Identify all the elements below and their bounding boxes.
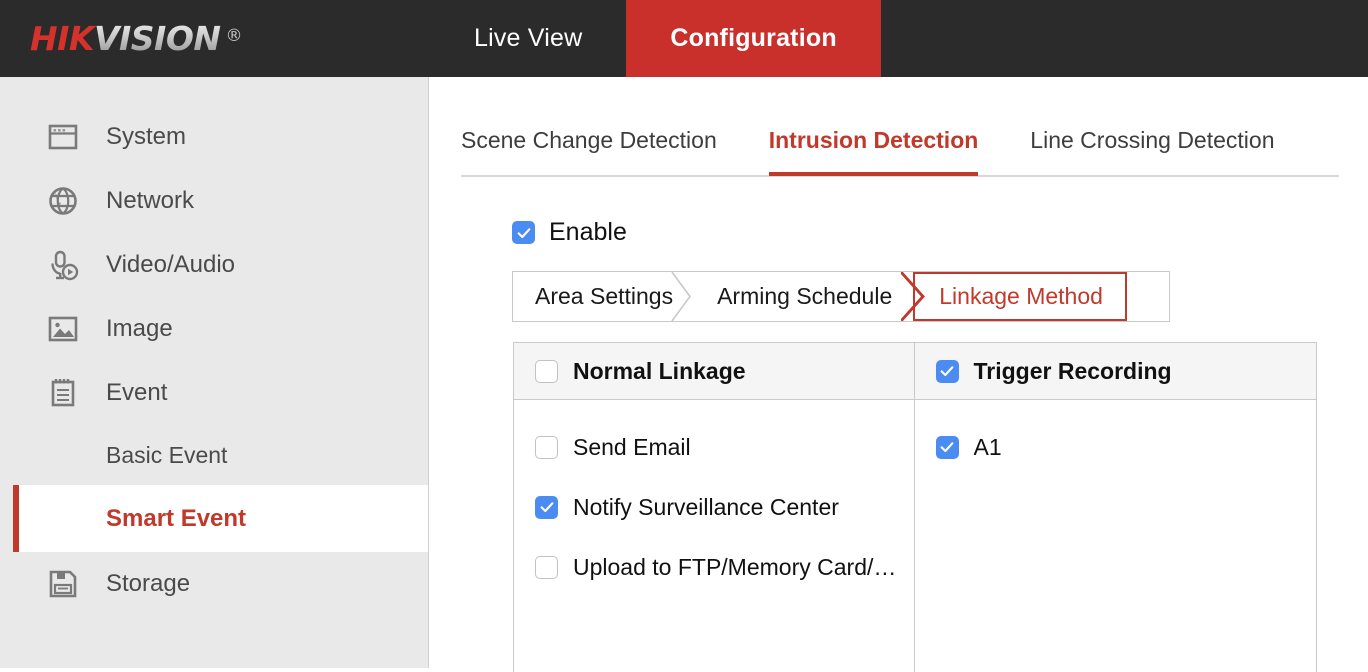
nav-tab-configuration[interactable]: Configuration bbox=[626, 0, 880, 77]
normal-linkage-header-label: Normal Linkage bbox=[573, 358, 746, 385]
list-item: Notify Surveillance Center bbox=[514, 477, 914, 537]
linkage-method-table: Normal Linkage Send Email Notify Surveil… bbox=[513, 342, 1317, 672]
sidebar-item-label: Event bbox=[106, 379, 167, 407]
sidebar-item-image[interactable]: Image bbox=[0, 297, 428, 361]
enable-row: Enable bbox=[512, 218, 627, 247]
sidebar-subitem-label: Smart Event bbox=[106, 505, 246, 533]
step-linkage-method[interactable]: Linkage Method bbox=[913, 272, 1127, 321]
globe-icon bbox=[46, 184, 80, 218]
trigger-recording-select-all-checkbox[interactable] bbox=[936, 360, 959, 383]
channel-a1-checkbox[interactable] bbox=[936, 436, 959, 459]
microphone-icon bbox=[46, 248, 80, 282]
step-label: Linkage Method bbox=[939, 283, 1103, 310]
trigger-recording-header: Trigger Recording bbox=[915, 343, 1317, 400]
send-email-label: Send Email bbox=[573, 434, 691, 461]
normal-linkage-header: Normal Linkage bbox=[514, 343, 914, 400]
trigger-recording-column: Trigger Recording A1 bbox=[915, 343, 1317, 672]
normal-linkage-select-all-checkbox[interactable] bbox=[535, 360, 558, 383]
logo-vision-text: VISION bbox=[94, 19, 221, 58]
picture-icon bbox=[46, 312, 80, 346]
step-label: Area Settings bbox=[535, 283, 673, 310]
channel-a1-label: A1 bbox=[974, 434, 1002, 461]
floppy-disk-icon bbox=[46, 567, 80, 601]
list-item: A1 bbox=[915, 417, 1317, 477]
logo-hik-text: HIK bbox=[30, 19, 94, 58]
tab-scene-change-detection[interactable]: Scene Change Detection bbox=[461, 105, 717, 174]
sidebar-item-label: Video/Audio bbox=[106, 251, 235, 279]
step-label: Arming Schedule bbox=[717, 283, 892, 310]
enable-label: Enable bbox=[549, 218, 627, 247]
upload-to-ftp-checkbox[interactable] bbox=[535, 556, 558, 579]
window-icon bbox=[46, 120, 80, 154]
sidebar-item-smart-event[interactable]: Smart Event bbox=[13, 485, 428, 552]
notify-surveillance-center-checkbox[interactable] bbox=[535, 496, 558, 519]
nav-tab-live-view[interactable]: Live View bbox=[430, 0, 626, 77]
sidebar-item-system[interactable]: System bbox=[0, 105, 428, 169]
brand-logo[interactable]: HIKVISION® bbox=[0, 0, 430, 77]
sidebar-item-label: Storage bbox=[106, 570, 190, 598]
sidebar-item-storage[interactable]: Storage bbox=[0, 552, 428, 616]
sidebar-item-basic-event[interactable]: Basic Event bbox=[0, 425, 428, 485]
enable-checkbox[interactable] bbox=[512, 221, 535, 244]
top-header-bar: HIKVISION® Live View Configuration bbox=[0, 0, 1368, 77]
list-item: Send Email bbox=[514, 417, 914, 477]
tab-line-crossing-detection[interactable]: Line Crossing Detection bbox=[1030, 105, 1274, 174]
tab-intrusion-detection[interactable]: Intrusion Detection bbox=[769, 105, 979, 174]
chevron-right-icon bbox=[670, 272, 696, 321]
step-arming-schedule[interactable]: Arming Schedule bbox=[695, 272, 914, 321]
trigger-recording-header-label: Trigger Recording bbox=[974, 358, 1172, 385]
sidebar-item-network[interactable]: Network bbox=[0, 169, 428, 233]
sidebar-item-label: System bbox=[106, 123, 186, 151]
upload-to-ftp-label: Upload to FTP/Memory Card/… bbox=[573, 554, 896, 581]
notify-surveillance-center-label: Notify Surveillance Center bbox=[573, 494, 839, 521]
detection-tab-bar: Scene Change Detection Intrusion Detecti… bbox=[461, 105, 1339, 177]
linkage-step-breadcrumb: Area Settings Arming Schedule Linkage Me… bbox=[512, 271, 1170, 322]
send-email-checkbox[interactable] bbox=[535, 436, 558, 459]
notepad-icon bbox=[46, 376, 80, 410]
sidebar-item-video-audio[interactable]: Video/Audio bbox=[0, 233, 428, 297]
list-item: Upload to FTP/Memory Card/… bbox=[514, 537, 914, 597]
sidebar-subitem-label: Basic Event bbox=[106, 442, 227, 469]
sidebar-item-event[interactable]: Event bbox=[0, 361, 428, 425]
trigger-recording-options: A1 bbox=[915, 400, 1317, 672]
sidebar-item-label: Network bbox=[106, 187, 194, 215]
normal-linkage-column: Normal Linkage Send Email Notify Surveil… bbox=[514, 343, 915, 672]
registered-trademark-icon: ® bbox=[226, 26, 243, 46]
sidebar-item-label: Image bbox=[106, 315, 173, 343]
normal-linkage-options: Send Email Notify Surveillance Center Up… bbox=[514, 400, 914, 672]
step-area-settings[interactable]: Area Settings bbox=[513, 272, 695, 321]
sidebar-navigation: System Network Video/Audio bbox=[0, 77, 429, 668]
primary-navigation: Live View Configuration bbox=[430, 0, 881, 77]
